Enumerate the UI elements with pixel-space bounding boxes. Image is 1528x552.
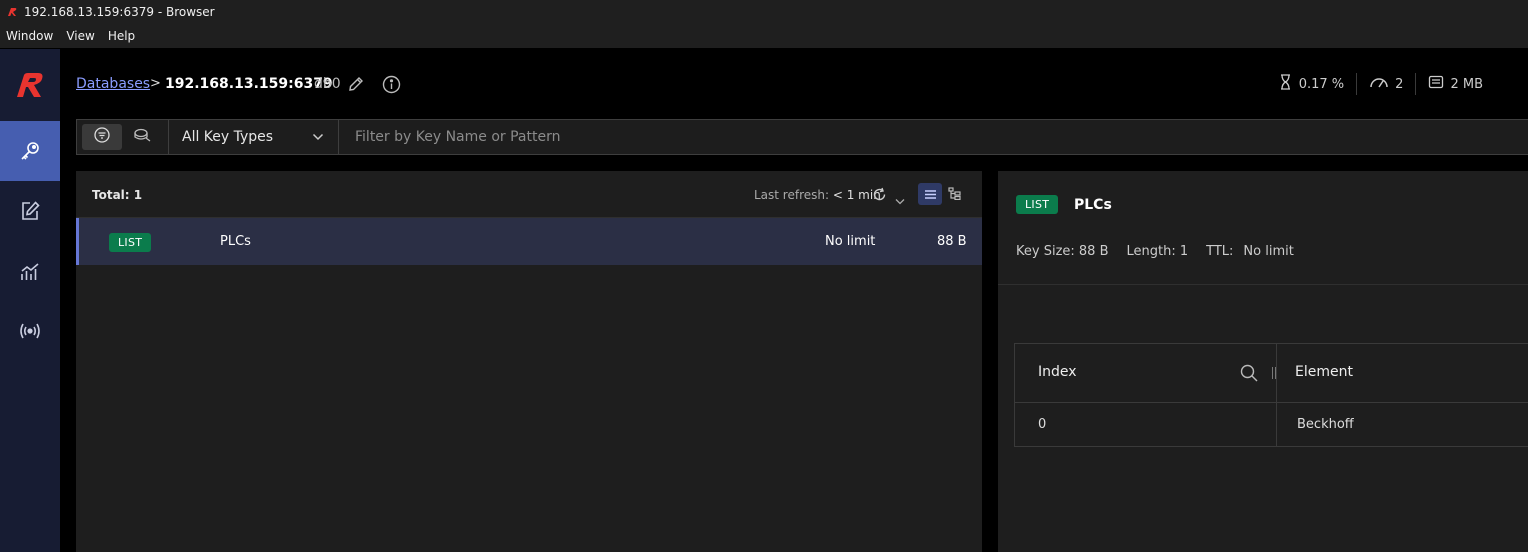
edit-icon (19, 200, 41, 222)
search-icon[interactable] (1240, 364, 1258, 386)
key-length-info: Length: 1 (1126, 244, 1189, 259)
cell-element-value: Beckhoff (1297, 417, 1354, 432)
broadcast-icon (18, 320, 42, 342)
last-refresh-label: Last refresh: (754, 188, 833, 202)
clients-value: 2 (1395, 76, 1404, 92)
cpu-stat[interactable]: 0.17 % (1267, 74, 1356, 94)
column-header-index: Index (1038, 364, 1077, 380)
memory-value: 2 MB (1450, 76, 1483, 92)
list-view-button[interactable] (918, 183, 942, 205)
key-size-info: Key Size: 88 B (1016, 244, 1109, 259)
filter-icon (94, 127, 110, 147)
key-type-value: All Key Types (182, 129, 274, 145)
search-mode-button[interactable] (122, 124, 162, 150)
tree-view-button[interactable] (942, 183, 966, 205)
key-size: 88 B (937, 234, 967, 249)
ttl-label: TTL: (1206, 244, 1234, 259)
tree-icon (947, 185, 961, 204)
chart-icon (19, 260, 41, 282)
key-type-badge: LIST (109, 233, 152, 252)
column-header-element: Element (1295, 364, 1353, 380)
list-icon (924, 185, 937, 204)
table-header: Index Element (1015, 344, 1528, 403)
window-title: 192.168.13.159:6379 - Browser (24, 5, 215, 19)
key-name: PLCs (220, 234, 251, 249)
detail-key-name[interactable]: PLCs (1074, 197, 1112, 213)
breadcrumb-databases-link[interactable]: Databases (76, 76, 150, 92)
menu-bar: Window View Help (0, 24, 1528, 48)
filter-mode-button[interactable] (82, 124, 122, 150)
redis-logo-icon[interactable] (0, 49, 60, 121)
list-elements-table: Index Element 0 Beckhoff (1014, 343, 1528, 447)
ttl-value[interactable]: No limit (1243, 244, 1293, 259)
key-ttl: No limit (825, 234, 876, 249)
sidebar-item-workbench[interactable] (0, 181, 60, 241)
sidebar (0, 49, 60, 552)
clients-stat[interactable]: 2 (1357, 75, 1415, 93)
column-index: Index (1015, 344, 1277, 402)
key-list-header: Total: 1 Last refresh: < 1 min (76, 171, 982, 218)
detail-type-badge: LIST (1016, 195, 1059, 214)
pencil-icon[interactable] (348, 76, 364, 96)
db-stats: 0.17 % 2 2 MB (1267, 71, 1495, 97)
key-details-header: LIST PLCs Key Size: 88 B Length: 1 TTL: … (998, 171, 1528, 285)
info-icon[interactable] (382, 75, 401, 98)
breadcrumb-separator: > (150, 76, 161, 91)
menu-help[interactable]: Help (108, 29, 135, 43)
window-titlebar: 192.168.13.159:6379 - Browser (0, 0, 1528, 24)
key-meta: Key Size: 88 B Length: 1 TTL: No limit (1016, 244, 1312, 259)
gauge-icon (1369, 75, 1395, 93)
cell-element[interactable]: Beckhoff (1277, 403, 1528, 446)
keys-total: Total: 1 (92, 188, 143, 202)
vector-search-icon (133, 127, 151, 147)
key-type-select[interactable]: All Key Types (169, 120, 339, 154)
breadcrumb-host: 192.168.13.159:6379 (165, 76, 333, 92)
memory-stat[interactable]: 2 MB (1416, 75, 1495, 93)
key-list-panel: Total: 1 Last refresh: < 1 min LIST PLCs… (76, 171, 982, 552)
db-index: db0 (314, 76, 341, 92)
refresh-icon[interactable] (872, 187, 887, 206)
menu-window[interactable]: Window (6, 29, 53, 43)
hourglass-icon (1279, 74, 1299, 94)
auto-refresh-chevron-icon[interactable] (895, 190, 905, 209)
menu-view[interactable]: View (66, 29, 94, 43)
sidebar-item-pubsub[interactable] (0, 301, 60, 361)
key-filter-input[interactable] (339, 120, 1528, 154)
page-header: Databases > 192.168.13.159:6379 db0 0.17… (60, 49, 1528, 119)
cpu-value: 0.17 % (1298, 76, 1345, 92)
sidebar-item-browser[interactable] (0, 121, 60, 181)
column-resize-handle[interactable] (1272, 367, 1276, 379)
redis-app-icon (6, 6, 18, 18)
table-row[interactable]: 0 Beckhoff (1015, 403, 1528, 446)
column-element: Element (1277, 344, 1528, 402)
chevron-down-icon (312, 129, 324, 145)
key-row[interactable]: LIST PLCs No limit 88 B (76, 218, 982, 265)
filter-bar: All Key Types (76, 119, 1528, 155)
cell-index-value: 0 (1038, 417, 1047, 432)
last-refresh: Last refresh: < 1 min (754, 188, 881, 202)
cell-index: 0 (1015, 403, 1277, 446)
key-details-panel: LIST PLCs Key Size: 88 B Length: 1 TTL: … (998, 171, 1528, 552)
key-icon (19, 140, 41, 162)
sidebar-item-analysis[interactable] (0, 241, 60, 301)
filter-mode-toggle (77, 120, 169, 154)
memory-icon (1428, 75, 1450, 93)
